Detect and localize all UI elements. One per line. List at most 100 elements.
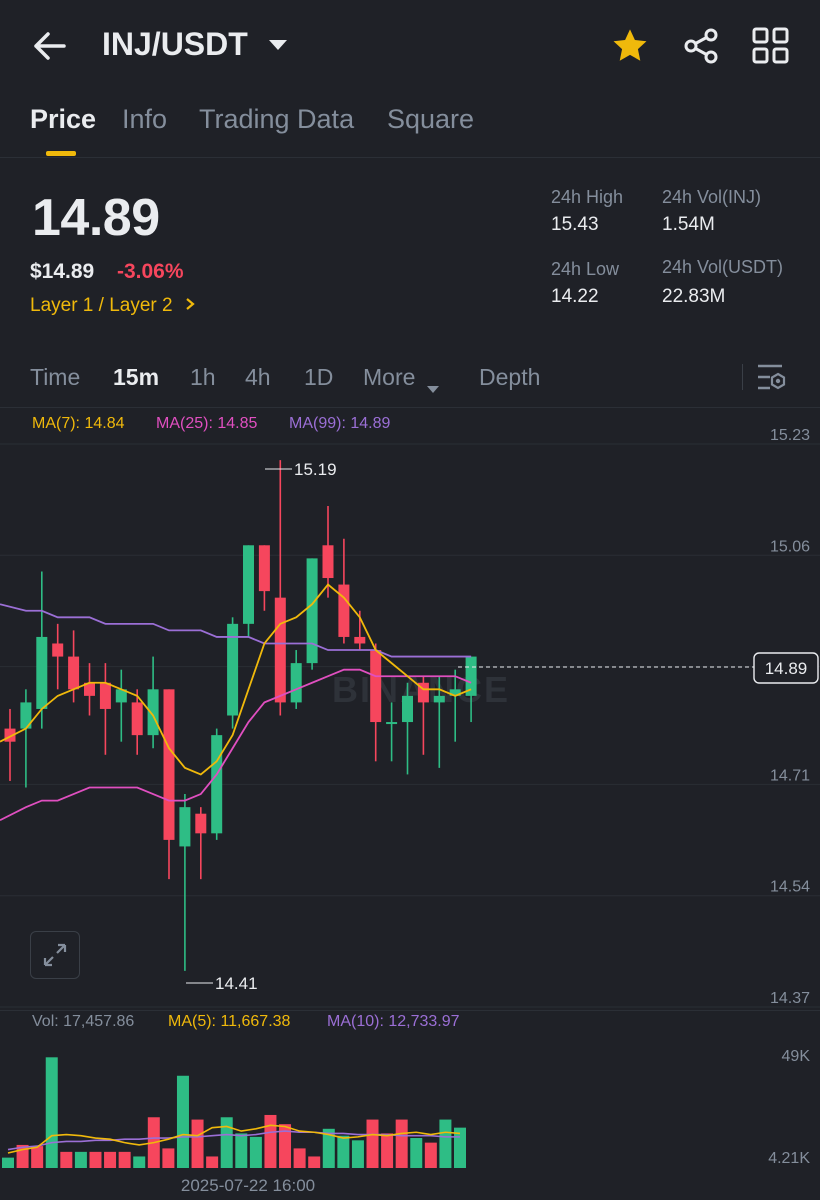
price-axis: 15.23 15.06 14.71 14.54 14.37 — [770, 427, 810, 1007]
volume-bar — [337, 1135, 350, 1168]
candle — [4, 708, 16, 781]
candle — [179, 794, 191, 971]
grid-icon[interactable] — [752, 27, 790, 65]
candle-body — [147, 689, 159, 736]
chart-settings-icon[interactable] — [756, 362, 788, 392]
candle — [20, 689, 32, 788]
candle-body — [243, 545, 254, 624]
expand-chart-button[interactable] — [30, 931, 80, 979]
volume-bar — [249, 1136, 262, 1168]
candle-body — [370, 650, 382, 723]
volume-bar — [410, 1138, 423, 1168]
candle — [211, 728, 223, 840]
tf-1h[interactable]: 1h — [190, 364, 216, 391]
low-value: 14.22 — [551, 286, 599, 307]
candle — [306, 558, 318, 670]
low-label: 24h Low — [551, 259, 620, 279]
caret-down-icon — [426, 374, 440, 393]
candle-body — [36, 636, 48, 709]
candle-body — [322, 545, 334, 579]
expand-icon — [41, 941, 69, 969]
low-annotation: 14.41 — [215, 974, 258, 993]
candle-body — [52, 643, 64, 657]
star-icon[interactable] — [611, 27, 649, 65]
candle — [370, 643, 382, 762]
volume-bar — [395, 1119, 408, 1168]
volume-bar — [31, 1146, 44, 1168]
chevron-right-icon — [184, 295, 196, 310]
candle — [84, 663, 95, 716]
volume-bar — [220, 1117, 233, 1168]
candle — [99, 663, 111, 755]
volume-chart[interactable]: 49K 4.21K 2025-07-22 16:00 — [0, 1010, 820, 1200]
candle — [290, 650, 302, 709]
candle-body — [211, 735, 223, 834]
candle — [417, 676, 429, 755]
tab-square[interactable]: Square — [387, 104, 474, 135]
volume-bar — [89, 1151, 102, 1168]
tab-trading-data[interactable]: Trading Data — [199, 104, 354, 135]
volume-bar — [118, 1151, 131, 1168]
volume-bar — [45, 1057, 58, 1168]
volume-bar — [439, 1119, 452, 1168]
sector-label: Layer 1 / Layer 2 — [30, 295, 173, 316]
candle — [274, 460, 286, 716]
price-axis-tick: 14.54 — [770, 879, 810, 896]
top-bar: INJ/USDT — [0, 0, 820, 92]
volume-bar — [74, 1151, 87, 1168]
volume-bar — [235, 1133, 248, 1168]
active-tab-indicator — [46, 151, 76, 156]
volume-axis-tick: 4.21K — [768, 1150, 810, 1167]
volume-bar — [351, 1140, 364, 1168]
price-chart[interactable]: BINANCE 15.2315.0614.7114.5414.37 14.89 … — [0, 407, 820, 1010]
pair-title[interactable]: INJ/USDT — [102, 26, 248, 63]
toolbar-separator — [742, 364, 743, 390]
volume-bar — [2, 1157, 14, 1168]
volume-bar — [162, 1148, 175, 1168]
volume-bar — [366, 1119, 379, 1168]
volume-axis-tick: 49K — [782, 1048, 811, 1065]
sector-link[interactable]: Layer 1 / Layer 2 — [30, 295, 196, 317]
tf-time[interactable]: Time — [30, 364, 80, 391]
candle — [386, 702, 398, 762]
back-arrow-icon[interactable] — [30, 28, 70, 64]
volume-bar — [308, 1156, 321, 1168]
price-axis-tick: 14.71 — [770, 767, 810, 784]
candle-body — [338, 584, 350, 637]
tf-more-label: More — [363, 364, 416, 390]
candle — [243, 545, 254, 637]
last-price-tag: 14.89 — [765, 659, 808, 678]
chevron-down-icon[interactable] — [268, 38, 288, 52]
candle-body — [402, 695, 413, 723]
high-annotation: 15.19 — [294, 460, 337, 479]
volume-bars — [2, 1057, 466, 1168]
candle-body — [68, 656, 80, 690]
candle-body — [258, 545, 270, 592]
vol-quote-value: 22.83M — [662, 286, 726, 307]
candle-body — [433, 695, 445, 703]
tf-1d[interactable]: 1D — [304, 364, 333, 391]
share-icon[interactable] — [682, 27, 720, 65]
candle — [402, 682, 413, 775]
candles — [4, 460, 477, 971]
volume-axis: 49K 4.21K — [768, 1048, 810, 1167]
tf-more[interactable]: More — [363, 364, 440, 393]
candle — [131, 689, 143, 755]
tf-15m[interactable]: 15m — [113, 364, 159, 391]
volume-bar — [293, 1148, 306, 1168]
price-grid — [0, 443, 820, 1008]
tf-depth[interactable]: Depth — [479, 364, 540, 391]
last-price: 14.89 — [32, 189, 160, 247]
volume-bar — [424, 1142, 437, 1168]
candle-body — [179, 807, 191, 847]
volume-bar — [381, 1133, 394, 1168]
candle — [227, 617, 239, 729]
candle — [258, 545, 270, 611]
tabs-divider — [0, 157, 820, 158]
tab-price[interactable]: Price — [30, 104, 96, 135]
candle — [52, 623, 64, 690]
candle-body — [290, 663, 302, 703]
tf-4h[interactable]: 4h — [245, 364, 271, 391]
tab-info[interactable]: Info — [122, 104, 167, 135]
candle-body — [306, 558, 318, 664]
